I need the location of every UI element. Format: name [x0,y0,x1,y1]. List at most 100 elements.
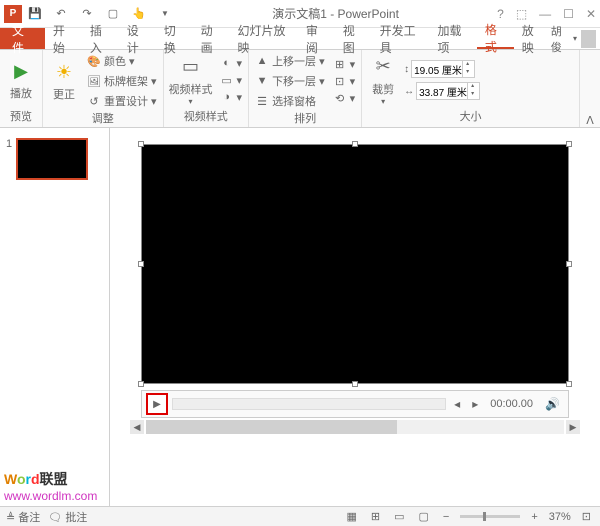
zoom-slider[interactable] [460,515,520,518]
video-style-icon: ▭ [182,55,199,79]
video-controls: ▶ ◂ ▸ 00:00.00 🔊 [141,390,569,418]
ribbon-display-icon[interactable]: ⬚ [516,7,527,21]
spin-down[interactable]: ▾ [467,91,477,99]
watermark: Word联盟 www.wordlm.com [4,469,97,503]
video-object[interactable] [141,144,569,384]
resize-handle[interactable] [138,381,144,387]
minimize-icon[interactable]: — [539,7,551,21]
main-area: 1 ⟳ ▶ ◂ ▸ 00:00.00 🔊 [0,128,600,506]
resize-handle[interactable] [566,141,572,147]
slide-preview [16,138,88,180]
spin-up[interactable]: ▴ [467,83,477,91]
scroll-track[interactable] [146,420,564,434]
size-inputs: ↕ 19.05 厘米 ▴▾ ↔ 33.87 厘米 ▴▾ [404,60,480,100]
sorter-view-icon[interactable]: ⊞ [368,510,383,523]
border-icon: ▭ [220,74,234,87]
bring-forward-button[interactable]: ▲上移一层 ▾ [253,52,327,70]
group-video-styles: ▭ 视频样式 ▾ ◐▾ ▭▾ ◑▾ 视频样式 [164,50,250,127]
poster-frame-button[interactable]: 🖼标牌框架 ▾ [85,72,159,90]
height-input[interactable]: 19.05 厘米 ▴▾ [411,60,475,78]
tab-design[interactable]: 设计 [119,28,156,49]
corrections-button[interactable]: ☀ 更正 [47,53,81,109]
scroll-right-icon[interactable]: ▶ [566,420,580,434]
tab-addins[interactable]: 加载项 [429,28,476,49]
tab-home[interactable]: 开始 [45,28,82,49]
play-button[interactable]: ▶ 播放 [4,52,38,108]
poster-icon: 🖼 [87,75,101,88]
effects-button[interactable]: ◑▾ [218,90,245,105]
slide-thumbnail[interactable]: 1 [6,138,103,180]
selection-pane-button[interactable]: ☰选择窗格 [253,92,327,110]
width-input[interactable]: 33.87 厘米 ▴▾ [416,82,480,100]
crop-button[interactable]: ✂ 裁剪 ▾ [366,52,400,108]
touch-mode-icon[interactable]: 👆 [130,5,148,23]
close-icon[interactable]: ✕ [586,7,596,21]
resize-handle[interactable] [566,261,572,267]
color-button[interactable]: 🎨颜色 ▾ [85,52,159,70]
video-play-button[interactable]: ▶ [146,393,168,415]
scroll-left-icon[interactable]: ◀ [130,420,144,434]
video-styles-button[interactable]: ▭ 视频样式 ▾ [168,52,214,108]
collapse-ribbon-icon[interactable]: ᐱ [580,50,600,127]
resize-handle[interactable] [352,381,358,387]
adjust-stack: 🎨颜色 ▾ 🖼标牌框架 ▾ ↺重置设计 ▾ [85,52,159,110]
step-back-icon[interactable]: ◂ [450,397,464,411]
group-label: 预览 [4,108,38,126]
step-forward-icon[interactable]: ▸ [468,397,482,411]
align-icon: ⊞ [333,58,347,71]
spin-down[interactable]: ▾ [462,69,472,77]
qat-dropdown-icon[interactable]: ▼ [156,5,174,23]
align-button[interactable]: ⊞▾ [331,57,358,72]
tab-file[interactable]: 文件 [0,28,45,49]
avatar[interactable] [581,30,596,48]
start-slideshow-icon[interactable]: ▢ [104,5,122,23]
volume-icon[interactable]: 🔊 [541,397,564,411]
arrange-stack: ▲上移一层 ▾ ▼下移一层 ▾ ☰选择窗格 [253,52,327,110]
rotate-button[interactable]: ⟲▾ [331,91,358,106]
resize-handle[interactable] [138,141,144,147]
shape-button[interactable]: ◐▾ [218,56,245,71]
border-button[interactable]: ▭▾ [218,73,245,88]
group-size: ✂ 裁剪 ▾ ↕ 19.05 厘米 ▴▾ ↔ 33.87 厘米 ▴▾ [362,50,580,127]
tab-review[interactable]: 审阅 [298,28,335,49]
send-backward-icon: ▼ [255,75,269,87]
seek-bar[interactable] [172,398,446,410]
tab-insert[interactable]: 插入 [82,28,119,49]
tab-animations[interactable]: 动画 [193,28,230,49]
tab-slideshow[interactable]: 幻灯片放映 [230,28,298,49]
save-icon[interactable]: 💾 [26,5,44,23]
zoom-out-icon[interactable]: − [440,511,452,523]
resize-handle[interactable] [138,261,144,267]
zoom-in-icon[interactable]: + [528,511,540,523]
reading-view-icon[interactable]: ▭ [391,510,407,523]
notes-button[interactable]: ≜ 备注 [6,509,40,525]
time-display: 00:00.00 [486,398,537,410]
group-adjust: ☀ 更正 🎨颜色 ▾ 🖼标牌框架 ▾ ↺重置设计 ▾ 调整 [43,50,164,127]
tab-transitions[interactable]: 切换 [156,28,193,49]
tab-playback[interactable]: 放映 [514,28,551,49]
reset-design-button[interactable]: ↺重置设计 ▾ [85,92,159,110]
resize-handle[interactable] [352,141,358,147]
maximize-icon[interactable]: ☐ [563,7,574,21]
slideshow-view-icon[interactable]: ▢ [415,510,431,523]
undo-icon[interactable]: ↶ [52,5,70,23]
help-icon[interactable]: ? [497,7,504,21]
comments-button[interactable]: 🗨 批注 [48,509,87,525]
tab-view[interactable]: 视图 [335,28,372,49]
group-label: 调整 [47,110,159,128]
spin-up[interactable]: ▴ [462,61,472,69]
group-icon: ⊡ [333,75,347,88]
video-object-container: ⟳ [141,144,569,384]
send-backward-button[interactable]: ▼下移一层 ▾ [253,72,327,90]
group-arrange: ▲上移一层 ▾ ▼下移一层 ▾ ☰选择窗格 ⊞▾ ⊡▾ ⟲▾ 排列 [249,50,362,127]
redo-icon[interactable]: ↷ [78,5,96,23]
fit-icon[interactable]: ⊡ [579,510,594,523]
group-button[interactable]: ⊡▾ [331,74,358,89]
tab-developer[interactable]: 开发工具 [372,28,430,49]
tab-format[interactable]: 格式 [477,28,514,49]
group-label: 视频样式 [168,108,245,126]
normal-view-icon[interactable]: ▦ [343,510,359,523]
scroll-thumb[interactable] [146,420,397,434]
zoom-percent[interactable]: 37% [549,511,571,523]
resize-handle[interactable] [566,381,572,387]
